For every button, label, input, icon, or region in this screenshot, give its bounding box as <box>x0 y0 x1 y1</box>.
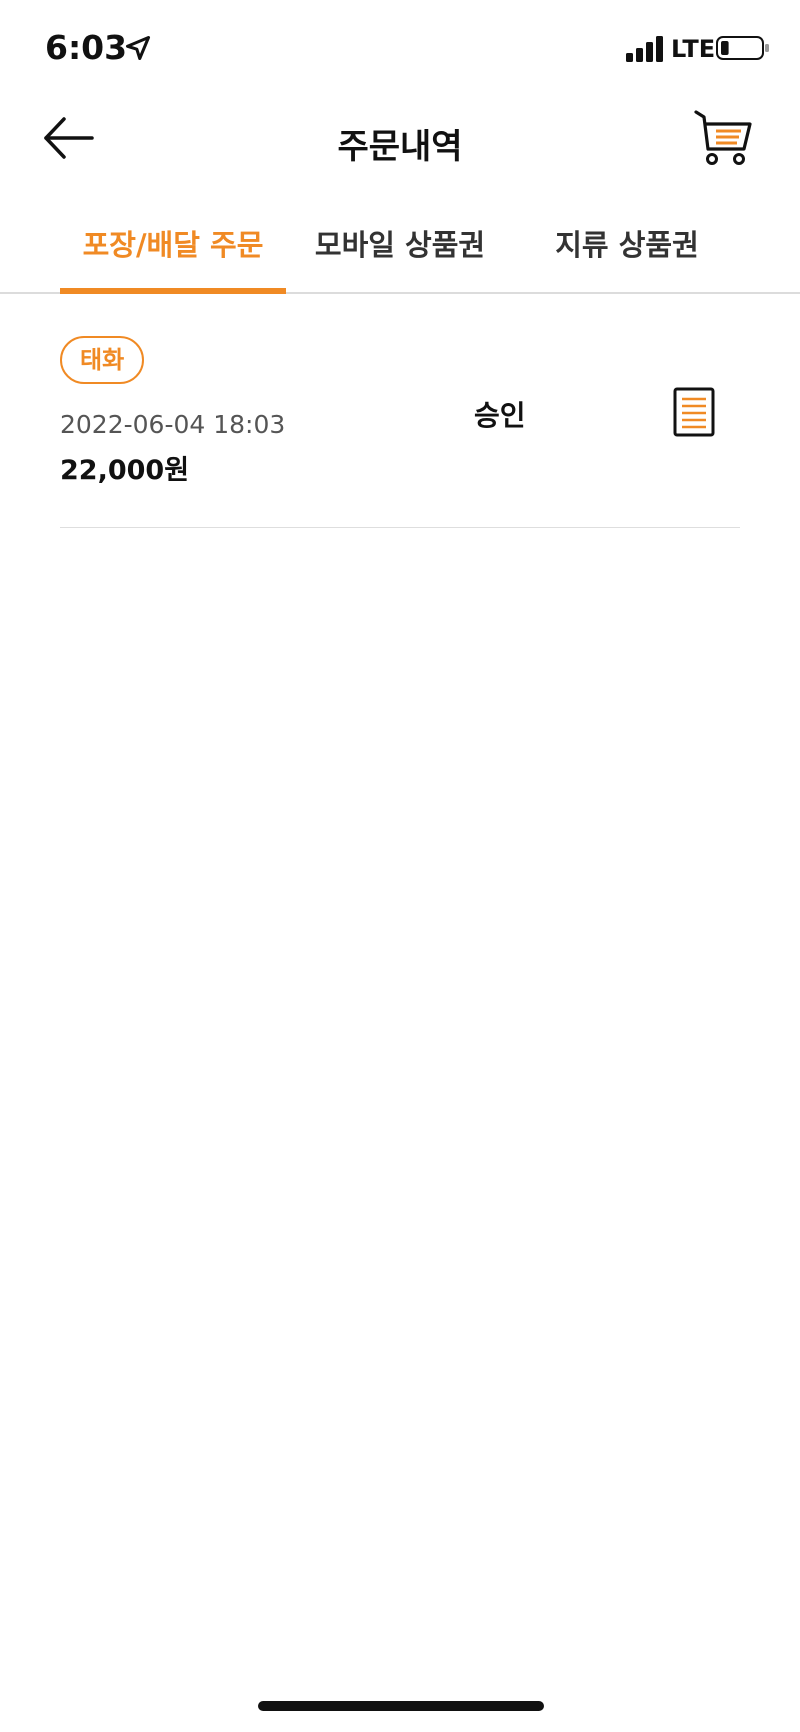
order-type-tabs: 포장/배달 주문 모바일 상품권 지류 상품권 <box>0 200 800 294</box>
status-time: 6:03 <box>45 28 128 67</box>
battery-icon <box>716 36 769 60</box>
page-title: 주문내역 <box>337 127 463 167</box>
network-type-label: LTE <box>671 35 716 63</box>
tab-takeout-delivery[interactable]: 포장/배달 주문 <box>60 222 286 290</box>
screen: 6:03 LTE 주문내역 포장/배달 주문 모바일 상품권 지류 상품권 태화… <box>0 0 800 1732</box>
order-list-item[interactable]: 태화 2022-06-04 18:03 22,000원 승인 <box>60 336 740 528</box>
tab-paper-gift-card[interactable]: 지류 상품권 <box>530 222 724 290</box>
app-header: 주문내역 <box>0 95 800 185</box>
receipt-icon <box>673 387 715 437</box>
signal-strength-icon <box>626 36 663 62</box>
active-tab-indicator <box>60 288 286 294</box>
order-datetime: 2022-06-04 18:03 <box>60 410 286 439</box>
receipt-button[interactable] <box>672 386 716 438</box>
store-badge: 태화 <box>60 336 145 384</box>
cart-button[interactable] <box>694 109 754 167</box>
location-arrow-icon <box>125 35 151 61</box>
status-bar: 6:03 LTE <box>0 0 800 90</box>
order-status: 승인 <box>474 399 526 432</box>
tab-mobile-gift-card[interactable]: 모바일 상품권 <box>300 222 500 290</box>
cart-icon <box>694 110 752 165</box>
home-indicator[interactable] <box>258 1701 544 1711</box>
order-amount: 22,000원 <box>60 455 190 486</box>
